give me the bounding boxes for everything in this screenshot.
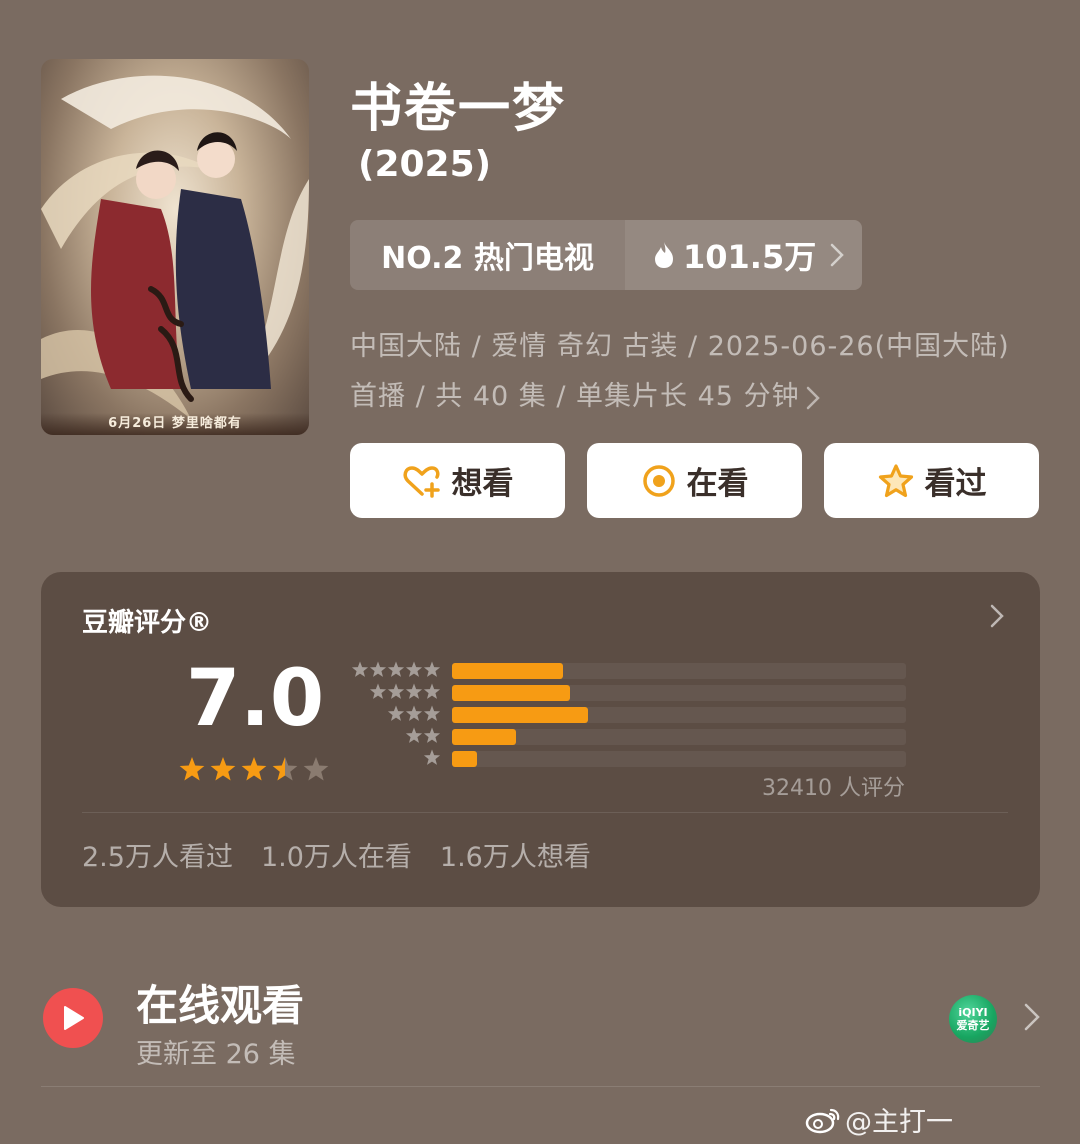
distribution-stars xyxy=(405,727,441,743)
rating-stars xyxy=(179,757,329,781)
distribution-star xyxy=(387,705,405,721)
distribution-star xyxy=(423,727,441,743)
distribution-star xyxy=(423,683,441,699)
rank-label: NO.2 热门电视 xyxy=(381,241,594,276)
distribution-stars xyxy=(423,749,441,765)
distribution-bar-5-star xyxy=(452,663,564,679)
rating-divider xyxy=(82,812,1008,813)
watching-label: 在看 xyxy=(686,466,749,502)
target-circle-icon xyxy=(642,464,675,497)
watched-button[interactable]: 看过 xyxy=(824,443,1039,518)
star-icon xyxy=(878,463,913,497)
distribution-bar-3-star xyxy=(452,707,589,723)
rating-star xyxy=(210,757,236,781)
distribution-bar-1-star xyxy=(452,751,477,767)
action-buttons: 想看 在看 看过 xyxy=(350,443,1040,519)
distribution-star xyxy=(405,705,423,721)
watching-button[interactable]: 在看 xyxy=(587,443,802,518)
weibo-watermark: @主打一 xyxy=(805,1100,953,1139)
watch-title: 在线观看 xyxy=(136,981,305,1030)
want-label: 想看 xyxy=(451,466,514,502)
show-meta-info[interactable]: 中国大陆 / 爱情 奇幻 古装 / 2025-06-26(中国大陆) 首播 / … xyxy=(350,322,1010,422)
watch-subtitle: 更新至 26 集 xyxy=(136,1039,296,1070)
watch-online-row[interactable]: 在线观看 更新至 26 集 iQIYI 爱奇艺 xyxy=(41,970,1041,1080)
distribution-track xyxy=(452,729,906,745)
meta-text: 中国大陆 / 爱情 奇幻 古装 / 2025-06-26(中国大陆) 首播 / … xyxy=(350,331,1010,412)
platform-name-en: iQIYI xyxy=(958,1006,988,1019)
rating-star xyxy=(303,757,329,781)
distribution-stars xyxy=(387,705,441,721)
rating-title: 豆瓣评分® xyxy=(82,608,213,638)
douban-rating-card[interactable]: 豆瓣评分® 7.0 32410 人评分 2.5万人看过 1.0万人在看 1.6万… xyxy=(41,572,1040,907)
chevron-right-icon[interactable] xyxy=(990,604,1004,628)
distribution-star xyxy=(369,683,387,699)
distribution-star xyxy=(387,661,405,677)
watched-label: 看过 xyxy=(924,466,987,502)
poster-image[interactable]: 6月26日 梦里啥都有 xyxy=(41,59,309,435)
distribution-row xyxy=(341,704,911,726)
distribution-row xyxy=(341,682,911,704)
distribution-track xyxy=(452,685,906,701)
distribution-bar-4-star xyxy=(452,685,571,701)
distribution-star xyxy=(423,705,441,721)
distribution-star xyxy=(351,661,369,677)
chevron-right-icon xyxy=(830,243,845,267)
poster-release-text: 6月26日 梦里啥都有 xyxy=(41,413,309,435)
heat-value: 101.5万 xyxy=(683,238,817,276)
rating-count: 32410 人评分 xyxy=(762,776,905,801)
distribution-bar-2-star xyxy=(452,729,516,745)
rating-star xyxy=(179,757,205,781)
watermark-text: @主打一 xyxy=(845,1107,953,1138)
rating-star xyxy=(272,757,298,781)
distribution-star xyxy=(387,683,405,699)
weibo-icon xyxy=(805,1108,840,1133)
distribution-row xyxy=(341,748,911,770)
platform-name-cn: 爱奇艺 xyxy=(956,1019,990,1032)
show-title: 书卷一梦 xyxy=(350,79,567,139)
chevron-right-icon xyxy=(806,386,820,409)
distribution-stars xyxy=(351,661,441,677)
heart-plus-icon xyxy=(402,465,440,498)
distribution-track xyxy=(452,707,906,723)
want-to-watch-button[interactable]: 想看 xyxy=(350,443,565,518)
iqiyi-logo[interactable]: iQIYI 爱奇艺 xyxy=(949,995,997,1043)
rating-stats: 2.5万人看过 1.0万人在看 1.6万人想看 xyxy=(82,835,619,874)
play-icon xyxy=(64,1006,84,1030)
distribution-star xyxy=(423,661,441,677)
distribution-star xyxy=(369,661,387,677)
rating-star xyxy=(241,757,267,781)
show-year: (2025) xyxy=(358,144,492,185)
stat-watched: 2.5万人看过 xyxy=(82,842,233,873)
distribution-star xyxy=(423,749,441,765)
stat-watching: 1.0万人在看 xyxy=(260,842,412,873)
distribution-star xyxy=(405,661,423,677)
rank-banner[interactable]: NO.2 热门电视 101.5万 xyxy=(350,220,862,290)
distribution-row xyxy=(341,660,911,682)
chevron-right-icon[interactable] xyxy=(1024,1003,1040,1031)
distribution-stars xyxy=(369,683,441,699)
distribution-track xyxy=(452,751,906,767)
heat-section[interactable]: 101.5万 xyxy=(625,220,862,290)
poster-art xyxy=(41,75,309,419)
stat-want: 1.6万人想看 xyxy=(439,842,591,873)
divider xyxy=(41,1086,1040,1087)
distribution-star xyxy=(405,727,423,743)
distribution-star xyxy=(405,683,423,699)
play-button[interactable] xyxy=(43,988,103,1048)
distribution-track xyxy=(452,663,906,679)
rating-score: 7.0 xyxy=(186,654,325,744)
flame-icon xyxy=(655,242,673,268)
distribution-row xyxy=(341,726,911,748)
